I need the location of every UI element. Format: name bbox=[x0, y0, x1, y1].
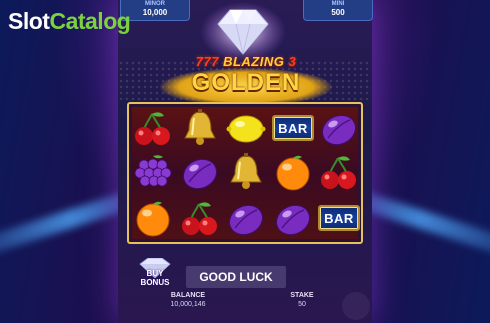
title-777: 777 bbox=[195, 54, 219, 69]
lemon-icon bbox=[226, 115, 266, 143]
bell-icon bbox=[184, 109, 216, 145]
watermark-logo: SlotCatalog bbox=[8, 8, 131, 35]
jackpot-minor-value: 10,000 bbox=[142, 8, 168, 17]
plum-icon bbox=[321, 114, 357, 146]
status-message: GOOD LUCK bbox=[186, 266, 286, 288]
grapes-icon bbox=[134, 155, 172, 187]
plum-symbol bbox=[317, 107, 361, 149]
game-logo: 777 BLAZING 3 GOLDEN bbox=[188, 54, 304, 100]
bell-icon bbox=[230, 153, 262, 189]
balance-display: BALANCE 10,000,146 bbox=[160, 292, 216, 308]
plum-symbol bbox=[271, 197, 315, 239]
game-title-golden: GOLDEN bbox=[191, 69, 301, 96]
bar-symbol-label: BAR bbox=[272, 115, 314, 141]
orange-icon bbox=[276, 155, 310, 191]
jackpot-mini-label: MINI bbox=[331, 1, 345, 7]
orange-symbol bbox=[271, 151, 315, 193]
orange-symbol bbox=[131, 197, 175, 239]
buy-bonus-button[interactable]: BUY BONUS bbox=[134, 258, 176, 292]
lemon-symbol bbox=[224, 107, 268, 149]
cherry-icon bbox=[321, 156, 356, 189]
plum-icon bbox=[182, 158, 218, 190]
balance-label: BALANCE bbox=[170, 292, 206, 299]
title-3: 3 bbox=[288, 54, 297, 69]
jackpot-minor: MINOR 10,000 bbox=[120, 0, 190, 21]
jackpot-minor-label: MINOR bbox=[145, 1, 165, 7]
watermark-part1: Slot bbox=[8, 8, 50, 34]
plum-symbol bbox=[224, 197, 268, 239]
cherry-symbol bbox=[178, 197, 222, 239]
cherry-symbol bbox=[317, 151, 361, 193]
watermark-part2: Catalog bbox=[49, 8, 131, 34]
plum-symbol bbox=[178, 151, 222, 193]
balance-value: 10,000,146 bbox=[170, 301, 206, 308]
cherry-icon bbox=[135, 112, 170, 145]
plum-icon bbox=[275, 204, 311, 236]
jackpot-mini: MINI 500 bbox=[303, 0, 373, 21]
stake-label: STAKE bbox=[290, 292, 314, 299]
cherry-icon bbox=[182, 202, 217, 235]
bell-symbol bbox=[178, 107, 222, 149]
cherry-symbol bbox=[131, 107, 175, 149]
bell-symbol bbox=[224, 151, 268, 193]
bar-symbol: BAR bbox=[271, 107, 315, 149]
bar-symbol: BAR bbox=[317, 197, 361, 239]
jackpot-mini-value: 500 bbox=[331, 8, 345, 17]
diamond-icon bbox=[200, 2, 286, 62]
bar-symbol-label: BAR bbox=[318, 205, 360, 231]
grapes-symbol bbox=[131, 151, 175, 193]
buy-bonus-line2: BONUS bbox=[140, 278, 170, 287]
spin-button[interactable] bbox=[342, 292, 370, 320]
plum-icon bbox=[228, 204, 264, 236]
stake-display[interactable]: STAKE 50 bbox=[280, 292, 324, 308]
game-title-line1: 777 BLAZING 3 bbox=[188, 54, 304, 69]
orange-icon bbox=[136, 201, 170, 237]
stake-value: 50 bbox=[298, 301, 306, 308]
buy-bonus-line1: BUY bbox=[146, 269, 164, 278]
title-blazing: BLAZING bbox=[223, 54, 285, 69]
